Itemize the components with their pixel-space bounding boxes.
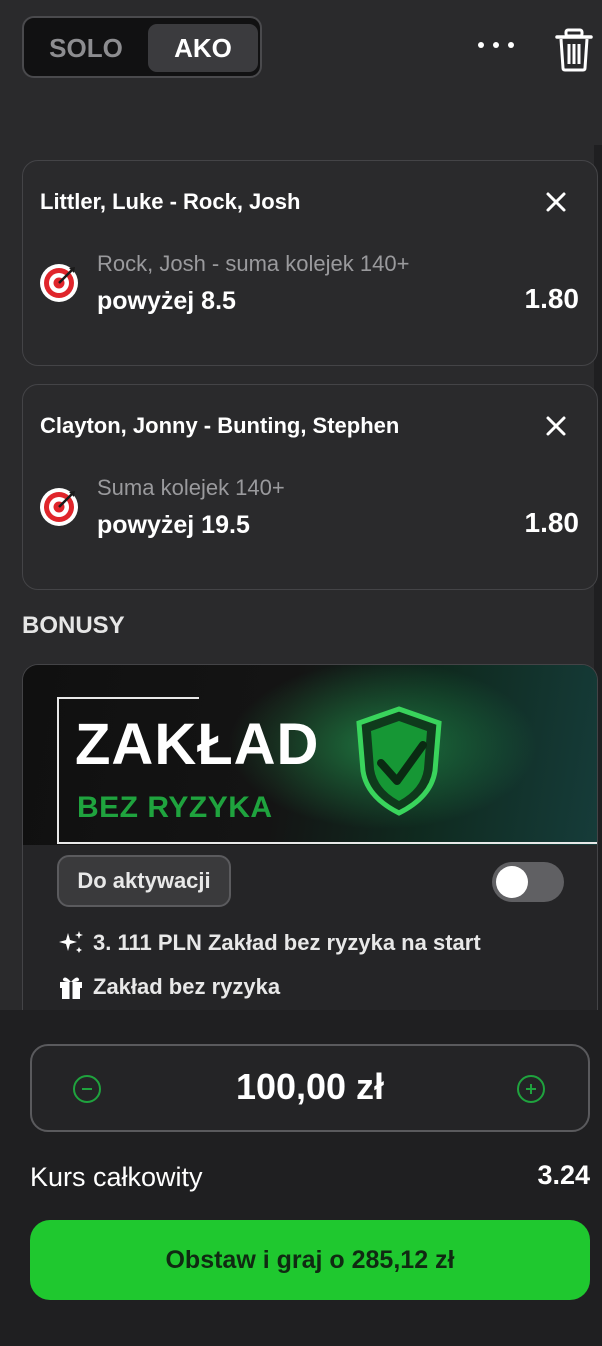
bet-card: Clayton, Jonny - Bunting, Stephen Suma k… — [22, 384, 598, 590]
market-name: Rock, Josh - suma kolejek 140+ — [97, 251, 410, 276]
bonuses-heading: BONUSY — [22, 612, 125, 639]
switch-knob — [496, 866, 528, 898]
close-icon[interactable] — [543, 413, 569, 439]
banner-title: ZAKŁAD — [75, 712, 320, 777]
plus-circle-icon[interactable] — [516, 1074, 546, 1104]
solo-tab[interactable]: SOLO — [30, 24, 142, 72]
selection-name: powyżej 19.5 — [97, 511, 250, 539]
ako-tab[interactable]: AKO — [148, 24, 258, 72]
event-name: Littler, Luke - Rock, Josh — [40, 189, 301, 214]
bonus-card: ZAKŁAD BEZ RYZYKA Do aktywacji 3. 111 PL… — [22, 664, 598, 1010]
bonus-perk: Zakład bez ryzyka — [57, 973, 280, 1001]
stake-amount[interactable]: 100,00 zł — [32, 1066, 588, 1108]
trash-icon[interactable] — [554, 28, 594, 72]
bet-odds: 1.80 — [524, 283, 580, 314]
selection-name: powyżej 8.5 — [97, 287, 236, 315]
more-dots-icon[interactable] — [476, 34, 516, 54]
betslip-footer: 100,00 zł Kurs całkowity 3.24 Obstaw i g… — [0, 1010, 602, 1346]
betslip-header: SOLO AKO — [0, 0, 602, 140]
darts-target-icon — [40, 264, 78, 302]
total-odds-value: 3.24 — [537, 1160, 590, 1190]
shield-check-icon — [356, 706, 442, 816]
close-icon[interactable] — [543, 189, 569, 215]
event-name: Clayton, Jonny - Bunting, Stephen — [40, 413, 400, 438]
total-odds-label: Kurs całkowity — [30, 1162, 203, 1192]
perk-text: Zakład bez ryzyka — [93, 974, 281, 1000]
bet-card: Littler, Luke - Rock, Josh Rock, Josh - … — [22, 160, 598, 366]
banner-subtitle: BEZ RYZYKA — [77, 791, 273, 824]
bonus-perk: 3. 111 PLN Zakład bez ryzyka na start — [57, 929, 481, 957]
gift-icon — [60, 977, 82, 1000]
activate-bonus-button[interactable]: Do aktywacji — [57, 855, 231, 907]
perk-text: 3. 111 PLN Zakład bez ryzyka na start — [93, 930, 481, 956]
market-name: Suma kolejek 140+ — [97, 475, 285, 500]
place-bet-button[interactable]: Obstaw i graj o 285,12 zł — [30, 1220, 590, 1300]
bet-odds: 1.80 — [524, 507, 580, 538]
stake-input[interactable]: 100,00 zł — [30, 1044, 590, 1132]
bet-mode-toggle: SOLO AKO — [22, 16, 262, 78]
sparkle-icon — [59, 931, 83, 954]
darts-target-icon — [40, 488, 78, 526]
bonus-toggle-switch[interactable] — [492, 862, 564, 902]
